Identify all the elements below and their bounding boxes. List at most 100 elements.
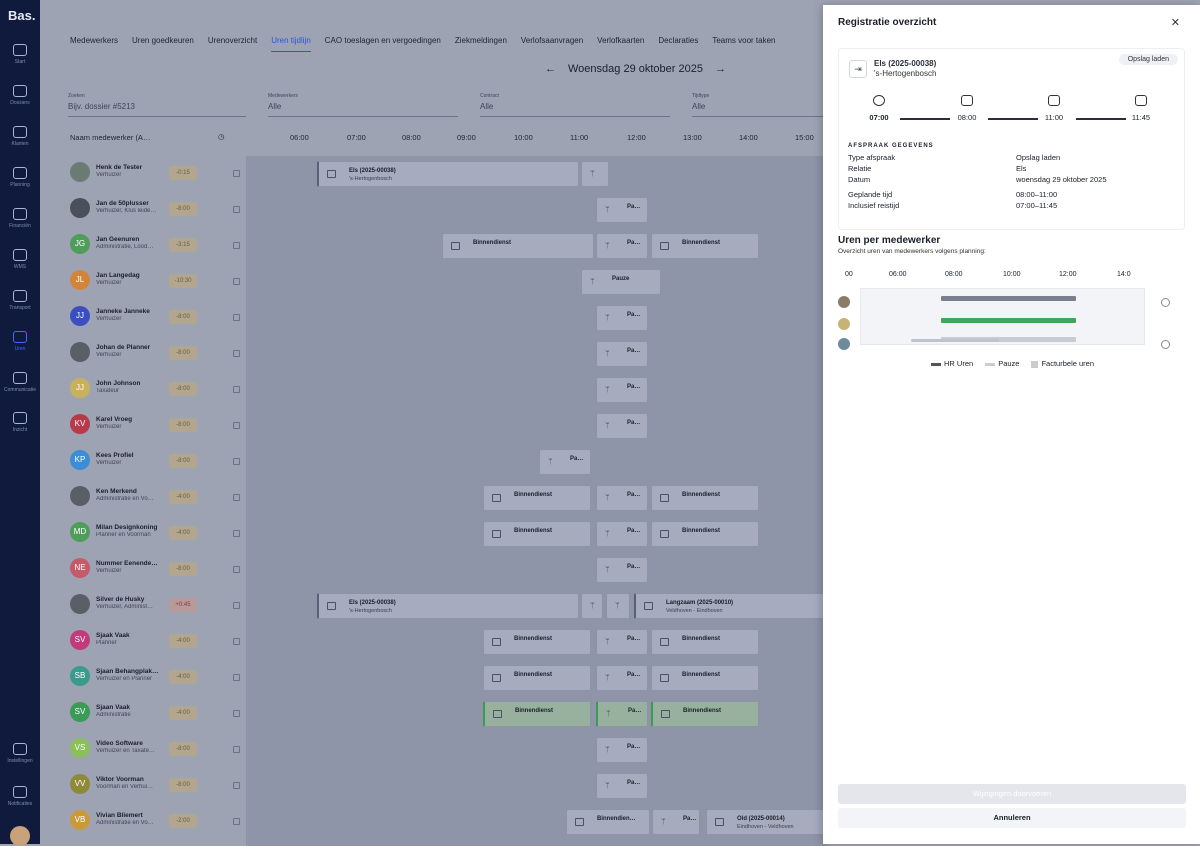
schedule-block[interactable]: Binnendienst	[651, 629, 759, 655]
row-checkbox[interactable]	[233, 458, 240, 465]
schedule-block[interactable]: Binnendienst	[651, 521, 759, 547]
row-checkbox[interactable]	[233, 206, 240, 213]
tijdtype-select[interactable]: Tijdtype Alle	[692, 93, 828, 117]
row-checkbox[interactable]	[233, 350, 240, 357]
scrollbar[interactable]	[911, 339, 999, 342]
schedule-block[interactable]: ᛘ Pa…	[596, 737, 648, 763]
check-icon[interactable]	[1161, 298, 1170, 307]
tab-ziekmeldingen[interactable]: Ziekmeldingen	[455, 36, 507, 52]
tab-cao-toeslagen-en-vergoedingen[interactable]: CAO toeslagen en vergoedingen	[325, 36, 441, 52]
row-checkbox[interactable]	[233, 422, 240, 429]
schedule-block[interactable]: ᛘ	[581, 161, 609, 187]
schedule-block[interactable]: Binnendienst	[651, 233, 759, 259]
sidebar-item-communicatie[interactable]: Communicatie	[0, 372, 40, 393]
sidebar-item-planning[interactable]: Planning	[0, 167, 40, 188]
schedule-block[interactable]: ᛘ Pa…	[596, 665, 648, 691]
schedule-block[interactable]: Binnendien…	[566, 809, 650, 835]
balance-badge: -2:00	[169, 814, 197, 828]
sidebar-item-klanten[interactable]: Klanten	[0, 126, 40, 147]
schedule-block[interactable]: ᛘ Pauze	[581, 269, 661, 295]
sort-select[interactable]: Naam medewerker (A…	[70, 133, 150, 142]
date-navigator: ← Woensdag 29 oktober 2025 →	[545, 63, 726, 75]
schedule-block[interactable]: Els (2025-00038) 's-Hertogenbosch	[317, 593, 579, 619]
schedule-block[interactable]: Binnendienst	[483, 701, 591, 727]
sidebar-item-dossiers[interactable]: Dossiers	[0, 85, 40, 106]
row-checkbox[interactable]	[233, 566, 240, 573]
row-checkbox[interactable]	[233, 674, 240, 681]
schedule-block[interactable]: ᛘ Pa…	[596, 233, 648, 259]
schedule-block[interactable]: ᛘ Pa…	[596, 773, 648, 799]
schedule-block[interactable]: ᛘ Pa…	[596, 629, 648, 655]
schedule-block[interactable]: ᛘ Pa…	[652, 809, 700, 835]
fork-knife-icon: ᛘ	[605, 493, 610, 502]
contract-select[interactable]: Contract Alle	[480, 93, 670, 117]
row-checkbox[interactable]	[233, 530, 240, 537]
schedule-block[interactable]: Old (2025-00014) Eindhoven - Veldhoven	[706, 809, 828, 835]
user-avatar[interactable]	[10, 826, 30, 846]
block-label: Binnendienst	[682, 636, 721, 642]
sidebar-item-instellingen[interactable]: Instellingen	[0, 743, 40, 764]
row-checkbox[interactable]	[233, 710, 240, 717]
schedule-block[interactable]: ᛘ	[581, 593, 603, 619]
cancel-button[interactable]: Annuleren	[838, 808, 1186, 828]
schedule-block[interactable]: Binnendienst	[483, 665, 591, 691]
close-icon[interactable]: ✕	[1171, 16, 1180, 29]
schedule-block[interactable]: ᛘ Pa…	[539, 449, 591, 475]
schedule-block[interactable]: Binnendienst	[483, 485, 591, 511]
tab-verlofsaanvragen[interactable]: Verlofsaanvragen	[521, 36, 583, 52]
schedule-block[interactable]: ᛘ Pa…	[596, 521, 648, 547]
medewerkers-select[interactable]: Medewerkers Alle	[268, 93, 458, 117]
schedule-block[interactable]: Binnendienst	[651, 485, 759, 511]
sidebar-item-financiën[interactable]: Financiën	[0, 208, 40, 229]
tab-verlofkaarten[interactable]: Verlofkaarten	[597, 36, 644, 52]
tab-medewerkers[interactable]: Medewerkers	[70, 36, 118, 52]
row-checkbox[interactable]	[233, 494, 240, 501]
row-checkbox[interactable]	[233, 314, 240, 321]
schedule-block[interactable]: Binnendienst	[483, 521, 591, 547]
search-field[interactable]: Zoeken Bijv. dossier #5213	[68, 93, 246, 117]
save-button[interactable]: Wijzigingen doorvoeren	[838, 784, 1186, 804]
sidebar-item-wms[interactable]: WMS	[0, 249, 40, 270]
row-checkbox[interactable]	[233, 782, 240, 789]
schedule-block[interactable]: ᛘ	[606, 593, 630, 619]
schedule-block[interactable]: Binnendienst	[651, 665, 759, 691]
tab-uren-tijdlijn[interactable]: Uren tijdlijn	[271, 36, 311, 52]
schedule-block[interactable]: Binnendienst	[442, 233, 594, 259]
schedule-block[interactable]: Langzaam (2025-00010) Veldhoven - Eindhov…	[634, 593, 828, 619]
row-checkbox[interactable]	[233, 818, 240, 825]
row-checkbox[interactable]	[233, 638, 240, 645]
schedule-block[interactable]: ᛘ Pa…	[596, 485, 648, 511]
users-icon	[13, 126, 27, 138]
tab-urenoverzicht[interactable]: Urenoverzicht	[208, 36, 257, 52]
schedule-block[interactable]: ᛘ Pa…	[596, 305, 648, 331]
row-checkbox[interactable]	[233, 746, 240, 753]
arrow-left-icon[interactable]: ←	[545, 63, 556, 75]
row-checkbox[interactable]	[233, 170, 240, 177]
tab-uren-goedkeuren[interactable]: Uren goedkeuren	[132, 36, 194, 52]
schedule-block[interactable]: ᛘ Pa…	[596, 197, 648, 223]
sidebar-item-transport[interactable]: Transport	[0, 290, 40, 311]
row-checkbox[interactable]	[233, 602, 240, 609]
schedule-block[interactable]: Els (2025-00038) 's-Hertogenbosch	[317, 161, 579, 187]
row-checkbox[interactable]	[233, 386, 240, 393]
schedule-block[interactable]: ᛘ Pa…	[596, 701, 648, 727]
check-icon[interactable]	[1161, 340, 1170, 349]
schedule-block[interactable]: ᛘ Pa…	[596, 377, 648, 403]
uren-axis: 00 06:00 08:00 10:00 12:00 14:0	[845, 271, 1163, 283]
tab-teams-voor-taken[interactable]: Teams voor taken	[712, 36, 775, 52]
schedule-block[interactable]: Binnendienst	[651, 701, 759, 727]
row-checkbox[interactable]	[233, 242, 240, 249]
block-label: Binnendienst	[683, 708, 722, 714]
tab-declaraties[interactable]: Declaraties	[658, 36, 698, 52]
schedule-block[interactable]: ᛘ Pa…	[596, 413, 648, 439]
schedule-block[interactable]: ᛘ Pa…	[596, 341, 648, 367]
sidebar-item-notificaties[interactable]: Notificaties	[0, 786, 40, 807]
row-checkbox[interactable]	[233, 278, 240, 285]
sidebar-item-uren[interactable]: Uren	[0, 331, 40, 352]
schedule-block[interactable]: Binnendienst	[483, 629, 591, 655]
schedule-block[interactable]: ᛘ Pa…	[596, 557, 648, 583]
sidebar-item-start[interactable]: Start	[0, 44, 40, 65]
fork-knife-icon: ᛘ	[606, 709, 611, 718]
sidebar-item-inzicht[interactable]: Inzicht	[0, 412, 40, 433]
arrow-right-icon[interactable]: →	[715, 63, 726, 75]
